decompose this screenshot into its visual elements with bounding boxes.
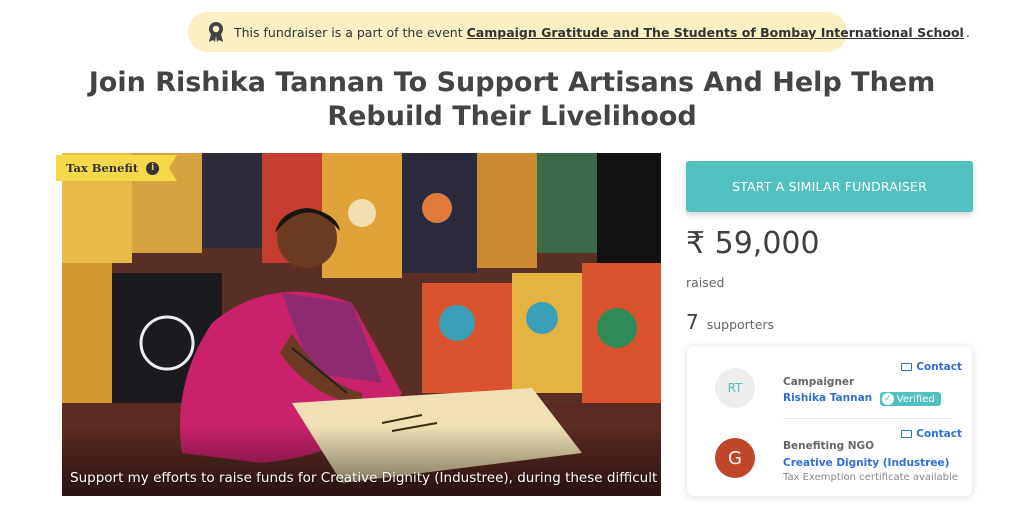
hero-image: Support my efforts to raise funds for Cr… bbox=[62, 153, 661, 496]
tax-exemption-note: Tax Exemption certificate available bbox=[783, 472, 958, 483]
ngo-name[interactable]: Creative Dignity (Industree) bbox=[783, 457, 949, 469]
ngo-contact-button[interactable]: Contact bbox=[901, 428, 962, 440]
mail-icon bbox=[901, 363, 913, 371]
tax-benefit-label: Tax Benefit bbox=[66, 161, 139, 175]
hero-caption: Support my efforts to raise funds for Cr… bbox=[70, 470, 661, 486]
divider bbox=[783, 418, 953, 419]
campaigner-contact-button[interactable]: Contact bbox=[901, 361, 962, 373]
campaigner-avatar: RT bbox=[715, 368, 755, 408]
check-icon: ✓ bbox=[881, 393, 894, 405]
page-title: Join Rishika Tannan To Support Artisans … bbox=[88, 67, 936, 132]
award-icon bbox=[209, 22, 223, 42]
event-banner-text: This fundraiser is a part of the event bbox=[234, 24, 463, 40]
campaigner-contact-label: Contact bbox=[916, 361, 962, 373]
supporters: 7 supporters bbox=[686, 310, 774, 334]
tax-benefit-badge[interactable]: Tax Benefit i bbox=[56, 155, 178, 181]
campaigner-role: Campaigner bbox=[783, 376, 855, 388]
raised-label: raised bbox=[686, 275, 725, 290]
campaigner-name[interactable]: Rishika Tannan bbox=[783, 392, 872, 404]
event-banner: This fundraiser is a part of the event C… bbox=[188, 12, 970, 52]
event-banner-suffix: . bbox=[965, 24, 970, 40]
campaigner-name-row: Rishika Tannan ✓ Verified bbox=[783, 392, 941, 406]
event-link[interactable]: Campaign Gratitude and The Students of B… bbox=[467, 25, 964, 40]
info-icon[interactable]: i bbox=[146, 161, 160, 175]
supporters-count: 7 bbox=[686, 310, 699, 334]
verified-label: Verified bbox=[896, 393, 935, 405]
raised-amount: ₹ 59,000 bbox=[686, 226, 820, 261]
ngo-contact-label: Contact bbox=[916, 428, 962, 440]
ngo-role: Benefiting NGO bbox=[783, 440, 875, 452]
mail-icon bbox=[901, 430, 913, 438]
ngo-avatar: G bbox=[715, 438, 755, 478]
supporters-label: supporters bbox=[706, 317, 775, 332]
start-similar-fundraiser-button[interactable]: START A SIMILAR FUNDRAISER bbox=[686, 161, 973, 212]
people-card: RT Campaigner Rishika Tannan ✓ Verified … bbox=[687, 346, 972, 496]
verified-badge: ✓ Verified bbox=[879, 392, 941, 406]
